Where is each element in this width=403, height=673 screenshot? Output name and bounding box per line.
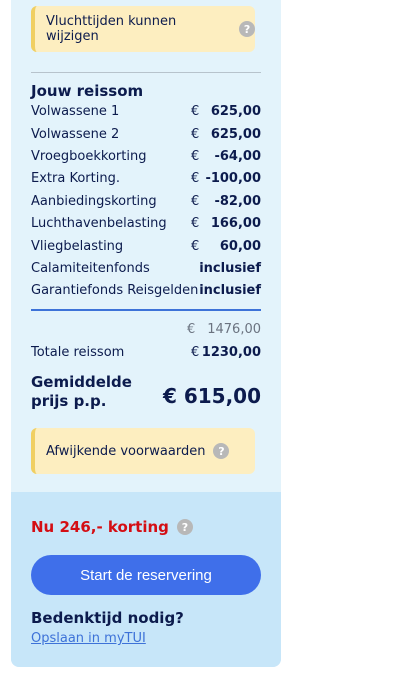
summary-title: Jouw reissom [31,82,144,100]
help-icon[interactable]: ? [176,519,193,535]
row-amount: -64,00 [214,149,261,164]
total-divider [31,309,261,311]
row-label: Calamiteitenfonds [31,261,150,276]
total-row: Totale reissom € 1230,00 [31,345,261,363]
conditions-notice: Afwijkende voorwaarden ? [31,428,255,474]
row-amount: 625,00 [210,127,261,142]
average-price-label: Gemiddelde prijs p.p. [31,373,132,411]
discount-text: Nu 246,- korting [31,518,169,536]
conditions-text: Afwijkende voorwaarden [46,443,206,459]
row-label: Vroegboekkorting [31,149,147,164]
currency-symbol: € [191,216,200,231]
price-row: Calamiteitenfonds inclusief [31,261,261,279]
flight-times-notice: Vluchttijden kunnen wijzigen ? [31,6,255,52]
price-row: Extra Korting. € -100,00 [31,171,261,189]
currency-symbol: € [187,322,196,337]
row-label: Volwassene 1 [31,104,120,119]
row-label: Extra Korting. [31,171,120,186]
save-in-mytui-link[interactable]: Opslaan in myTUI [31,631,146,646]
old-total-amount: 1476,00 [207,322,261,337]
discount-label: Nu 246,- korting ? [31,518,193,536]
row-label: Volwassene 2 [31,127,120,142]
help-icon[interactable]: ? [213,443,230,459]
currency-symbol: € [191,239,200,254]
row-amount: 166,00 [210,216,261,231]
price-row: Volwassene 1 € 625,00 [31,104,261,122]
row-label: Vliegbelasting [31,239,124,254]
row-amount: 625,00 [210,104,261,119]
row-label: Luchthavenbelasting [31,216,167,231]
divider [31,72,261,73]
price-row: Vroegboekkorting € -64,00 [31,149,261,167]
price-row: Volwassene 2 € 625,00 [31,127,261,145]
flight-times-text: Vluchttijden kunnen wijzigen [46,14,177,44]
start-reservation-button[interactable]: Start de reservering [31,555,261,595]
row-amount: inclusief [199,261,261,276]
help-icon[interactable]: ? [239,21,255,37]
row-amount: 60,00 [219,239,261,254]
row-amount: -82,00 [214,194,261,209]
currency-symbol: € [191,127,200,142]
think-time-title: Bedenktijd nodig? [31,609,184,627]
price-row: Luchthavenbelasting € 166,00 [31,216,261,234]
row-amount: -100,00 [205,171,261,186]
currency-symbol: € [191,104,200,119]
old-total: € 1476,00 [187,322,261,340]
price-summary-panel: Vluchttijden kunnen wijzigen ? Jouw reis… [11,0,281,667]
currency-symbol: € [191,171,200,186]
currency-symbol: € [191,345,200,360]
total-amount: 1230,00 [201,345,261,360]
row-label: Aanbiedingskorting [31,194,157,209]
total-label: Totale reissom [31,345,125,360]
price-row: Vliegbelasting € 60,00 [31,239,261,257]
price-row: Garantiefonds Reisgelden inclusief [31,283,261,301]
average-label-line2: prijs p.p. [31,392,107,410]
currency-symbol: € [191,149,200,164]
currency-symbol: € [191,194,200,209]
row-amount: inclusief [199,283,261,298]
price-row: Aanbiedingskorting € -82,00 [31,194,261,212]
row-label: Garantiefonds Reisgelden [31,283,199,298]
average-price-value: € 615,00 [162,384,261,408]
average-label-line1: Gemiddelde [31,373,132,391]
